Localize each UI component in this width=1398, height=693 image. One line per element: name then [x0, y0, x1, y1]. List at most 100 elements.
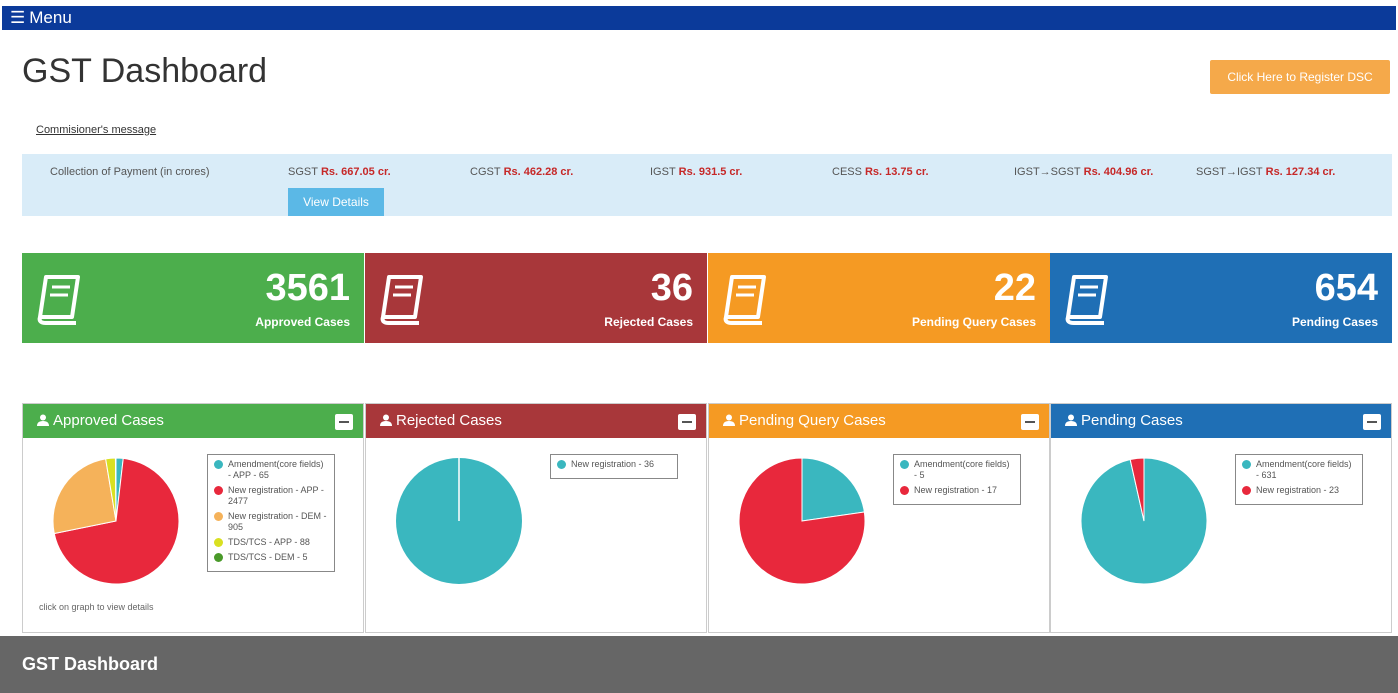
user-icon [380, 414, 392, 426]
collection-item-name: SGST→IGST [1196, 166, 1263, 178]
stat-value: 654 [1314, 267, 1378, 309]
pie-legend: Amendment(core fields) - 5 New registrat… [893, 454, 1021, 505]
legend-item: TDS/TCS - DEM - 5 [214, 552, 328, 563]
panel-header: Pending Query Cases [709, 404, 1049, 438]
collapse-button[interactable] [1363, 414, 1381, 430]
stat-label: Rejected Cases [604, 315, 693, 329]
legend-label: New registration - 23 [1256, 485, 1340, 495]
stat-label: Pending Cases [1291, 315, 1378, 329]
legend-item: Amendment(core fields) - 631 [1242, 459, 1356, 481]
collection-item-name: CGST [470, 166, 501, 178]
panel-header: Approved Cases [23, 404, 363, 438]
panel-title: Approved Cases [53, 412, 164, 429]
view-details-button[interactable]: View Details [288, 188, 384, 216]
collection-item-name: CESS [832, 166, 862, 178]
panel-title: Pending Query Cases [739, 412, 886, 429]
panel-title: Pending Cases [1081, 412, 1183, 429]
book-icon [37, 275, 80, 325]
stat-card-approved[interactable]: 3561 Approved Cases [22, 253, 364, 343]
panel-header: Pending Cases [1051, 404, 1391, 438]
stat-label: Approved Cases [255, 315, 350, 329]
legend-item: New registration - DEM - 905 [214, 511, 328, 533]
commissioner-message-link[interactable]: Commisioner's message [36, 124, 156, 136]
collection-item-amount: Rs. 13.75 cr. [864, 166, 929, 178]
collection-label: Collection of Payment (in crores) [50, 166, 210, 178]
collapse-button[interactable] [1021, 414, 1039, 430]
pie-chart[interactable] [737, 456, 867, 586]
page-title: GST Dashboard [22, 52, 268, 90]
stat-card-pending[interactable]: 654 Pending Cases [1050, 253, 1392, 343]
legend-dot [900, 486, 909, 495]
user-icon [37, 414, 49, 426]
pie-legend: New registration - 36 [550, 454, 678, 479]
register-dsc-button[interactable]: Click Here to Register DSC [1210, 60, 1390, 94]
collapse-button[interactable] [678, 414, 696, 430]
legend-label: TDS/TCS - DEM - 5 [228, 552, 308, 562]
top-menu-bar[interactable]: ☰ Menu [2, 6, 1396, 30]
user-icon [723, 414, 735, 426]
user-icon [1065, 414, 1077, 426]
stat-card-pending-query[interactable]: 22 Pending Query Cases [708, 253, 1050, 343]
menu-label[interactable]: Menu [29, 8, 72, 27]
footer-caption: GST Dashboard [0, 636, 1398, 693]
legend-dot [214, 553, 223, 562]
panel-rejected-cases: Rejected Cases New registration - 36 [365, 403, 707, 633]
legend-label: New registration - 36 [571, 459, 655, 469]
collection-item-amount: Rs. 127.34 cr. [1265, 166, 1336, 178]
pie-slice[interactable] [114, 457, 117, 522]
legend-item: TDS/TCS - APP - 88 [214, 537, 328, 548]
legend-dot [1242, 486, 1251, 495]
collection-item-amount: Rs. 667.05 cr. [320, 166, 391, 178]
stat-value: 22 [993, 267, 1036, 309]
collapse-button[interactable] [335, 414, 353, 430]
stat-label: Pending Query Cases [911, 315, 1036, 329]
collection-item-amount: Rs. 931.5 cr. [678, 166, 743, 178]
collection-of-payment-bar: Collection of Payment (in crores) SGST Rs… [22, 154, 1392, 216]
collection-item-sgst-igst: SGST→IGST Rs. 127.34 cr. [1196, 166, 1335, 178]
collection-item-igst-sgst: IGST→SGST Rs. 404.96 cr. [1014, 166, 1153, 178]
panel-header: Rejected Cases [366, 404, 706, 438]
legend-dot [900, 460, 909, 469]
hamburger-menu-icon[interactable]: ☰ [10, 8, 25, 27]
stat-card-rejected[interactable]: 36 Rejected Cases [365, 253, 707, 343]
legend-label: New registration - 17 [914, 485, 998, 495]
legend-label: New registration - APP - 2477 [228, 485, 324, 506]
collection-item-name: SGST [288, 166, 318, 178]
pie-slice[interactable] [801, 457, 865, 522]
legend-label: TDS/TCS - APP - 88 [228, 537, 310, 547]
stat-value: 36 [650, 267, 693, 309]
gst-dashboard-page: ☰ Menu GST Dashboard Click Here to Regist… [0, 0, 1398, 693]
collection-item-amount: Rs. 404.96 cr. [1083, 166, 1154, 178]
pie-hint: click on graph to view details [39, 602, 154, 612]
panel-title: Rejected Cases [396, 412, 502, 429]
legend-label: New registration - DEM - 905 [228, 511, 327, 532]
legend-dot [214, 460, 223, 469]
collection-item-cess: CESS Rs. 13.75 cr. [832, 166, 929, 178]
pie-legend: Amendment(core fields) - APP - 65 New re… [207, 454, 335, 572]
legend-item: Amendment(core fields) - 5 [900, 459, 1014, 481]
collection-item-igst: IGST Rs. 931.5 cr. [650, 166, 742, 178]
legend-item: New registration - 36 [557, 459, 671, 470]
pie-legend: Amendment(core fields) - 631 New registr… [1235, 454, 1363, 505]
legend-label: Amendment(core fields) - APP - 65 [228, 459, 324, 480]
legend-dot [214, 538, 223, 547]
collection-item-name: IGST→SGST [1014, 166, 1081, 178]
legend-label: Amendment(core fields) - 5 [914, 459, 1010, 480]
panel-pending-query-cases: Pending Query Cases Amendment(core field… [708, 403, 1050, 633]
legend-dot [1242, 460, 1251, 469]
legend-dot [214, 486, 223, 495]
legend-label: Amendment(core fields) - 631 [1256, 459, 1352, 480]
panel-approved-cases: Approved Cases Amendment(core fields) - … [22, 403, 364, 633]
pie-chart[interactable] [394, 456, 524, 586]
stat-value: 3561 [265, 267, 350, 309]
pie-chart[interactable] [51, 456, 181, 586]
panel-pending-cases: Pending Cases Amendment(core fields) - 6… [1050, 403, 1392, 633]
collection-item-amount: Rs. 462.28 cr. [503, 166, 574, 178]
collection-item-name: IGST [650, 166, 676, 178]
collection-item-cgst: CGST Rs. 462.28 cr. [470, 166, 573, 178]
pie-chart[interactable] [1079, 456, 1209, 586]
pie-slice[interactable] [52, 458, 117, 535]
legend-dot [557, 460, 566, 469]
book-icon [723, 275, 766, 325]
legend-dot [214, 512, 223, 521]
